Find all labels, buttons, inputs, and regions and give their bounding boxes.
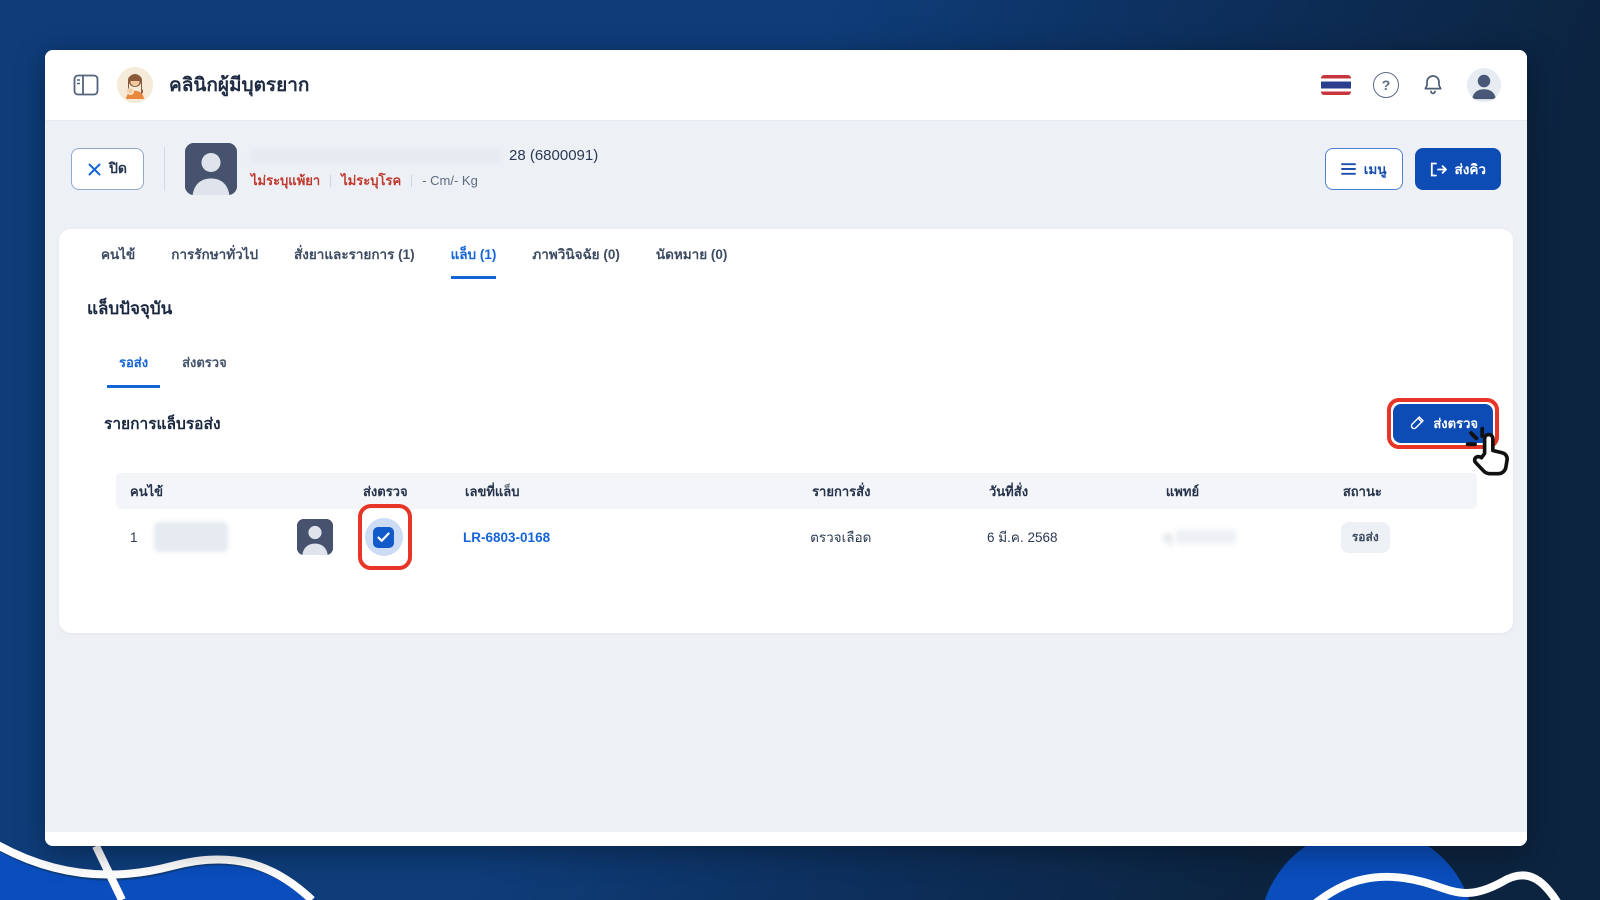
allergy-text: ไม่ระบุแพ้ยา (250, 173, 321, 188)
cell-order-item: ตรวจเลือด (810, 530, 872, 545)
lab-section-title: แล็บปัจจุบัน (87, 299, 173, 318)
patient-meta: 28 (6800091) ไม่ระบุแพ้ยา ไม่ระบุโรค - C… (250, 147, 599, 191)
doctor-name-partial: กุ (1163, 530, 1173, 545)
window-footer (45, 832, 1527, 846)
app-header: คลินิกผู้มีบุตรยาก ? (45, 50, 1527, 121)
cell-send-checkbox (357, 504, 463, 570)
send-queue-button[interactable]: ส่งคิว (1414, 148, 1501, 190)
close-icon (88, 163, 101, 175)
col-header-date: วันที่สั่ง (989, 483, 1029, 499)
row-index: 1 (130, 529, 138, 545)
clinic-logo-icon (117, 67, 153, 103)
row-patient-avatar (296, 519, 333, 555)
tab-lab[interactable]: แล็บ (1) (450, 229, 497, 279)
divider (163, 147, 165, 191)
tab-general-treatment[interactable]: การรักษาทั่วไป (171, 229, 258, 279)
patient-name-redacted (250, 147, 501, 164)
test-tube-icon (1411, 416, 1425, 430)
sidebar-toggle-icon[interactable] (71, 72, 101, 98)
page-title: คลินิกผู้มีบุตรยาก (169, 75, 310, 96)
body-measure-text: - Cm/- Kg (422, 173, 478, 188)
tab-bar: คนไข้ การรักษาทั่วไป สั่งยาและรายการ (1)… (59, 229, 1513, 279)
send-queue-label: ส่งคิว (1454, 162, 1486, 177)
col-header-lab-no: เลขที่แล็บ (465, 483, 520, 499)
cell-doctor: กุ (1164, 526, 1341, 548)
row-patient-name-redacted (153, 522, 228, 552)
cell-status: รอส่ง (1340, 521, 1477, 553)
app-window: คลินิกผู้มีบุตรยาก ? ปิด 28 (6800091) ไม… (45, 50, 1527, 846)
disease-text: ไม่ระบุโรค (341, 173, 402, 188)
exit-arrow-icon (1430, 162, 1447, 176)
col-header-order: รายการสั่ง (812, 483, 871, 499)
patient-avatar (184, 143, 237, 195)
patient-id-text: 28 (6800091) (508, 147, 599, 164)
click-hand-cursor-icon (1465, 426, 1509, 476)
hamburger-icon (1340, 163, 1356, 175)
col-header-send: ส่งตรวจ (362, 483, 408, 499)
help-icon[interactable]: ? (1373, 72, 1399, 98)
col-header-doctor: แพทย์ (1165, 483, 1200, 499)
cell-lab-no: LR-6803-0168 (463, 530, 810, 545)
send-button-annotation-ring: ส่งตรวจ (1387, 398, 1509, 476)
table-header-row: คนไข้ ส่งตรวจ เลขที่แล็บ รายการสั่ง วันท… (116, 473, 1477, 509)
close-label: ปิด (109, 160, 127, 176)
status-badge: รอส่ง (1340, 521, 1390, 553)
lab-list-header: รายการแล็บรอส่ง ส่งตรวจ (104, 398, 1509, 476)
check-icon (377, 532, 391, 542)
main-card: คนไข้ การรักษาทั่วไป สั่งยาและรายการ (1)… (59, 229, 1513, 633)
lab-list-title: รายการแล็บรอส่ง (104, 416, 221, 433)
cell-patient: 1 (116, 519, 361, 555)
subtab-pending[interactable]: รอส่ง (107, 352, 161, 388)
col-header-patient: คนไข้ (130, 483, 164, 499)
tab-patient[interactable]: คนไข้ (101, 229, 135, 279)
patient-bar-actions: เมนู ส่งคิว (1324, 148, 1501, 190)
col-header-status: สถานะ (1342, 483, 1382, 499)
checkbox-halo (364, 518, 403, 556)
bell-icon[interactable] (1421, 73, 1445, 97)
lab-number-link[interactable]: LR-6803-0168 (463, 530, 550, 545)
close-patient-button[interactable]: ปิด (71, 148, 144, 190)
tab-appointment[interactable]: นัดหมาย (0) (656, 229, 728, 279)
lab-subtabs: รอส่ง ส่งตรวจ (59, 352, 1513, 388)
table-row: 1 LR-6803-0168 ตรวจเลือด 6 มี.ค. 2568 กุ… (116, 504, 1477, 570)
patient-bar: ปิด 28 (6800091) ไม่ระบุแพ้ยา ไม่ระบุโรค… (45, 121, 1527, 217)
divider (411, 174, 413, 187)
screen-background: คลินิกผู้มีบุตรยาก ? ปิด 28 (6800091) ไม… (0, 0, 1600, 900)
tab-imaging[interactable]: ภาพวินิจฉัย (0) (532, 229, 619, 279)
header-right: ? (1321, 68, 1501, 102)
thai-flag-icon[interactable] (1321, 75, 1351, 95)
tab-prescription[interactable]: สั่งยาและรายการ (1) (294, 229, 415, 279)
send-checkbox[interactable] (373, 526, 395, 548)
doctor-name-redacted (1176, 530, 1237, 544)
menu-button[interactable]: เมนู (1324, 148, 1403, 190)
cell-order-date: 6 มี.ค. 2568 (987, 530, 1058, 545)
lab-table: คนไข้ ส่งตรวจ เลขที่แล็บ รายการสั่ง วันท… (116, 473, 1477, 570)
divider (330, 174, 332, 187)
subtab-sent[interactable]: ส่งตรวจ (170, 352, 239, 388)
header-left: คลินิกผู้มีบุตรยาก (71, 67, 309, 103)
user-avatar[interactable] (1467, 68, 1501, 102)
menu-label: เมนู (1363, 162, 1387, 177)
